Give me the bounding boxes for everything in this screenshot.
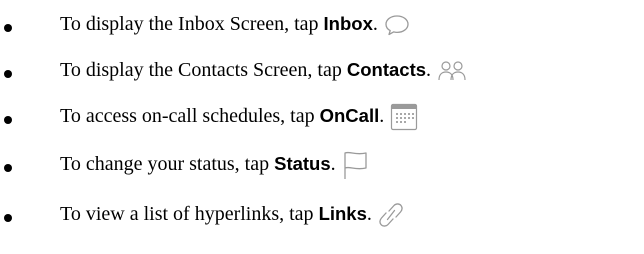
- list-item-links: To view a list of hyperlinks, tap Links.: [0, 194, 644, 234]
- period: .: [372, 12, 378, 35]
- bullet: [4, 70, 12, 78]
- list-item-status: To change your status, tap Status.: [0, 144, 644, 184]
- period: .: [426, 58, 432, 81]
- link-icon: [378, 201, 404, 229]
- flag-icon: [342, 150, 368, 180]
- keyword-contacts: Contacts: [346, 59, 427, 80]
- people-icon: [437, 60, 467, 82]
- calendar-icon: [390, 103, 418, 131]
- period: .: [330, 152, 336, 175]
- list-item-text: To display the Inbox Screen, tap Inbox.: [60, 12, 410, 36]
- instruction-text: To display the Inbox Screen, tap: [60, 12, 319, 35]
- list-item-text: To change your status, tap Status.: [60, 149, 368, 179]
- instruction-text: To change your status, tap: [60, 152, 270, 175]
- list-item-oncall: To access on-call schedules, tap OnCall.: [0, 96, 644, 136]
- list-item-text: To access on-call schedules, tap OnCall.: [60, 102, 418, 131]
- keyword-oncall: OnCall: [319, 105, 380, 126]
- list-item-contacts: To display the Contacts Screen, tap Cont…: [0, 50, 644, 90]
- bullet: [4, 116, 12, 124]
- list-item-text: To view a list of hyperlinks, tap Links.: [60, 200, 404, 228]
- keyword-inbox: Inbox: [323, 13, 373, 34]
- instruction-text: To view a list of hyperlinks, tap: [60, 202, 314, 225]
- period: .: [366, 202, 372, 225]
- instruction-text: To display the Contacts Screen, tap: [60, 58, 342, 81]
- period: .: [379, 104, 385, 127]
- bullet-list: To display the Inbox Screen, tap Inbox. …: [0, 0, 644, 254]
- keyword-links: Links: [318, 203, 367, 224]
- bullet: [4, 164, 12, 172]
- bullet: [4, 24, 12, 32]
- bullet: [4, 214, 12, 222]
- list-item-text: To display the Contacts Screen, tap Cont…: [60, 59, 467, 82]
- chat-bubble-icon: [384, 13, 410, 37]
- list-item-inbox: To display the Inbox Screen, tap Inbox.: [0, 4, 644, 44]
- keyword-status: Status: [274, 153, 331, 174]
- instruction-text: To access on-call schedules, tap: [60, 104, 315, 127]
